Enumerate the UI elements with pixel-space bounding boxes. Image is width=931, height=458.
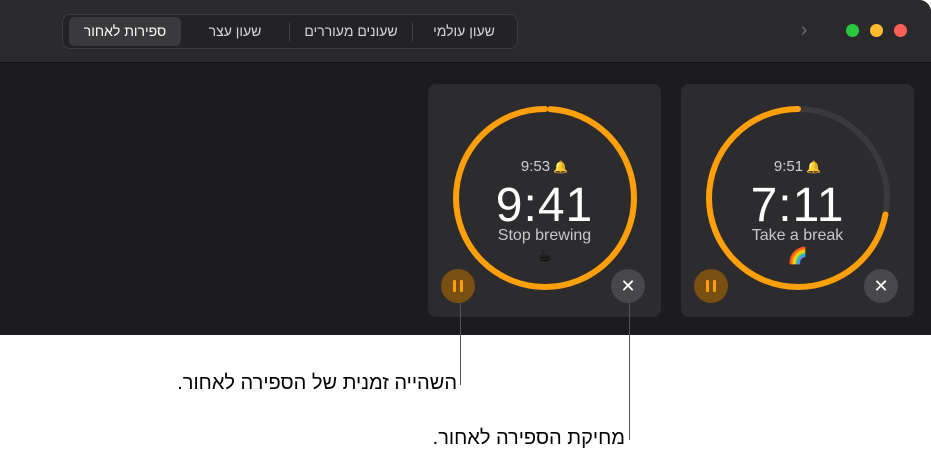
pause-button[interactable] — [441, 269, 475, 303]
pause-icon — [453, 280, 463, 292]
end-time-label: 9:51 — [773, 158, 804, 175]
cancel-button[interactable]: ✕ — [864, 269, 898, 303]
timer-label: Stop brewing — [497, 227, 592, 244]
cancel-button[interactable]: ✕ — [611, 269, 645, 303]
callout-line-pause — [460, 303, 461, 385]
close-icon: ✕ — [620, 275, 636, 296]
zoom-button[interactable] — [846, 24, 859, 37]
end-time-label: 9:53 — [520, 158, 551, 175]
callout-delete: מחיקת הספירה לאחור. — [432, 427, 625, 449]
callout-pause: השהייה זמנית של הספירה לאחור. — [177, 372, 457, 394]
coffee-icon: ☕ — [537, 248, 552, 265]
timer-card: 9:51 🔔 7:11 Take a break 🌈 ✕ — [681, 84, 914, 317]
tab-alarms[interactable]: שעונים מעוררים — [290, 17, 412, 46]
remaining-time: 7:11 — [750, 179, 845, 232]
app-window: שעון עולמי שעונים מעוררים שעון עצר ספירו… — [0, 0, 931, 335]
minimize-button[interactable] — [870, 24, 883, 37]
bell-icon: 🔔 — [553, 160, 569, 174]
tab-stopwatch[interactable]: שעון עצר — [181, 17, 289, 46]
tab-timers[interactable]: ספירות לאחור — [69, 17, 181, 46]
timer-label: Take a break — [751, 227, 844, 244]
close-window-button[interactable] — [894, 24, 907, 37]
callout-line-delete — [629, 303, 630, 440]
timer-card: 9:53 🔔 9:41 Stop brewing ☕ ✕ — [428, 84, 661, 317]
toolbar: שעון עולמי שעונים מעוררים שעון עצר ספירו… — [0, 0, 931, 63]
view-switcher: שעון עולמי שעונים מעוררים שעון עצר ספירו… — [62, 14, 518, 49]
close-icon: ✕ — [873, 275, 889, 296]
bell-icon: 🔔 — [806, 160, 822, 174]
tab-world-clock[interactable]: שעון עולמי — [413, 17, 515, 46]
pause-icon — [706, 280, 716, 292]
pause-button[interactable] — [694, 269, 728, 303]
end-time: 9:53 🔔 — [428, 158, 661, 175]
chevron-right-icon[interactable]: › — [796, 19, 812, 41]
rainbow-icon: 🌈 — [787, 248, 808, 265]
remaining-time: 9:41 — [495, 179, 594, 232]
end-time: 9:51 🔔 — [681, 158, 914, 175]
